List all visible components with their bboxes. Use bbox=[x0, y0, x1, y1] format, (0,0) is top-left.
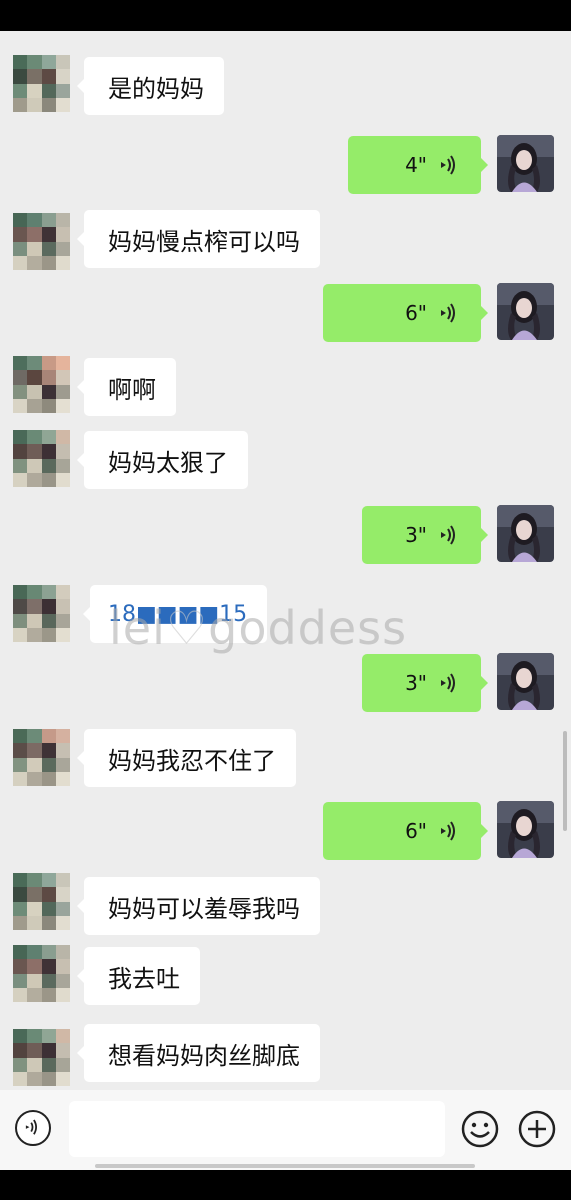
message-bubble[interactable]: 妈妈可以羞辱我吗 bbox=[77, 877, 320, 935]
voice-wave-icon bbox=[441, 525, 455, 545]
watermark-suffix: goddess bbox=[208, 601, 408, 655]
message-bubble[interactable]: 妈妈太狠了 bbox=[77, 431, 248, 489]
message-text: 妈妈我忍不住了 bbox=[108, 746, 276, 775]
contact-avatar[interactable] bbox=[13, 430, 70, 487]
voice-message-bubble[interactable]: 4" bbox=[348, 136, 488, 194]
voice-duration: 6" bbox=[405, 301, 427, 325]
message-text: 我去吐 bbox=[108, 964, 180, 993]
voice-message-bubble[interactable]: 3" bbox=[362, 654, 488, 712]
contact-avatar[interactable] bbox=[13, 55, 70, 112]
message-text: 想看妈妈肉丝脚底 bbox=[108, 1041, 300, 1070]
smiley-icon[interactable] bbox=[460, 1109, 500, 1149]
contact-avatar[interactable] bbox=[13, 1029, 70, 1086]
voice-duration: 3" bbox=[405, 671, 427, 695]
my-avatar[interactable] bbox=[497, 653, 554, 710]
message-row: 妈妈我忍不住了 bbox=[0, 729, 571, 789]
message-bubble[interactable]: 想看妈妈肉丝脚底 bbox=[77, 1024, 320, 1082]
scrollbar[interactable] bbox=[563, 731, 567, 831]
voice-wave-icon bbox=[441, 673, 455, 693]
home-indicator bbox=[95, 1164, 475, 1168]
voice-duration: 6" bbox=[405, 819, 427, 843]
input-bar bbox=[0, 1090, 571, 1170]
message-text: 是的妈妈 bbox=[108, 74, 204, 103]
message-bubble[interactable]: 啊啊 bbox=[77, 358, 176, 416]
message-row: 我去吐 bbox=[0, 945, 571, 1005]
heart-icon: ♡ bbox=[165, 601, 209, 655]
message-bubble[interactable]: 我去吐 bbox=[77, 947, 200, 1005]
voice-message-bubble[interactable]: 3" bbox=[362, 506, 488, 564]
message-row: 6" bbox=[0, 283, 571, 343]
contact-avatar[interactable] bbox=[13, 873, 70, 930]
contact-avatar[interactable] bbox=[13, 356, 70, 413]
chat-window: 是的妈妈 4" 妈妈慢点榨可以吗 6" 啊啊 妈妈太狠了 3" 18■■■■15… bbox=[0, 31, 571, 1170]
contact-avatar[interactable] bbox=[13, 213, 70, 270]
voice-duration: 3" bbox=[405, 523, 427, 547]
message-row: 3" bbox=[0, 505, 571, 565]
my-avatar[interactable] bbox=[497, 505, 554, 562]
plus-icon[interactable] bbox=[517, 1109, 557, 1149]
voice-wave-icon bbox=[441, 821, 455, 841]
voice-wave-icon bbox=[441, 155, 455, 175]
message-text: 妈妈太狠了 bbox=[108, 448, 228, 477]
message-bubble[interactable]: 妈妈慢点榨可以吗 bbox=[77, 210, 320, 268]
voice-duration: 4" bbox=[405, 153, 427, 177]
message-row: 想看妈妈肉丝脚底 bbox=[0, 1024, 571, 1089]
message-row: 3" bbox=[0, 653, 571, 713]
voice-mode-icon[interactable] bbox=[15, 1110, 51, 1146]
my-avatar[interactable] bbox=[497, 283, 554, 340]
voice-wave-icon bbox=[441, 303, 455, 323]
message-text: 啊啊 bbox=[108, 375, 156, 404]
message-text: 妈妈可以羞辱我吗 bbox=[108, 894, 300, 923]
message-text: 妈妈慢点榨可以吗 bbox=[108, 227, 300, 256]
message-row: 啊啊 bbox=[0, 356, 571, 416]
voice-message-bubble[interactable]: 6" bbox=[323, 284, 488, 342]
contact-avatar[interactable] bbox=[13, 945, 70, 1002]
contact-avatar[interactable] bbox=[13, 729, 70, 786]
my-avatar[interactable] bbox=[497, 801, 554, 858]
message-row: 6" bbox=[0, 801, 571, 861]
message-row: 4" bbox=[0, 135, 571, 195]
message-row: 妈妈慢点榨可以吗 bbox=[0, 210, 571, 273]
watermark: lei♡goddess bbox=[109, 601, 407, 655]
watermark-prefix: lei bbox=[109, 601, 166, 655]
contact-avatar[interactable] bbox=[13, 585, 70, 642]
message-input[interactable] bbox=[69, 1101, 445, 1157]
my-avatar[interactable] bbox=[497, 135, 554, 192]
voice-message-bubble[interactable]: 6" bbox=[323, 802, 488, 860]
message-row: 是的妈妈 bbox=[0, 55, 571, 115]
message-bubble[interactable]: 妈妈我忍不住了 bbox=[77, 729, 296, 787]
message-row: 妈妈可以羞辱我吗 bbox=[0, 873, 571, 935]
message-bubble[interactable]: 是的妈妈 bbox=[77, 57, 224, 115]
message-row: 妈妈太狠了 bbox=[0, 430, 571, 490]
